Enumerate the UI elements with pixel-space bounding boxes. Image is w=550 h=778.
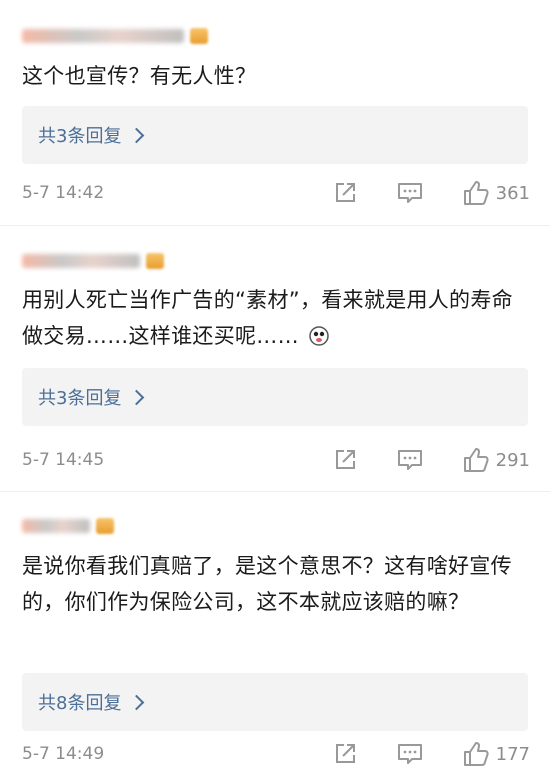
comment-card: 是说你看我们真赔了，是这个意思不？这有啥好宣传的，你们作为保险公司，这不本就应该… (0, 492, 550, 778)
share-icon (335, 744, 355, 763)
comment-text: 是说你看我们真赔了，是这个意思不？这有啥好宣传的，你们作为保险公司，这不本就应该… (22, 554, 512, 614)
comment-meta: 5-7 14:45 291 (22, 445, 530, 475)
timestamp: 5-7 14:49 (22, 744, 105, 764)
thumbs-up-icon (463, 181, 489, 205)
vip-badge-icon (96, 518, 114, 534)
comment-actions: 361 (332, 179, 530, 207)
reply-count-label: 共8条回复 (38, 693, 122, 714)
like-count: 177 (495, 743, 530, 765)
share-button[interactable] (332, 741, 358, 767)
vip-badge-icon (190, 28, 208, 44)
comment-card: 这个也宣传？有无人性？ 共3条回复 5-7 14:42 361 (0, 0, 550, 226)
comment-meta: 5-7 14:49 177 (22, 739, 530, 769)
comment-meta: 5-7 14:42 361 (22, 178, 530, 208)
username[interactable] (22, 514, 114, 538)
comment-button[interactable] (396, 741, 424, 767)
chevron-right-icon (129, 389, 145, 405)
chevron-right-icon (129, 127, 145, 143)
blurred-username (22, 29, 184, 43)
blurred-username (22, 254, 140, 268)
comment-actions: 291 (332, 446, 530, 474)
like-count: 291 (495, 449, 530, 471)
timestamp: 5-7 14:45 (22, 450, 105, 470)
comment-actions: 177 (332, 740, 530, 768)
comment-icon (397, 744, 422, 764)
like-button[interactable]: 361 (462, 179, 530, 207)
emoji-icon (309, 326, 329, 346)
reply-count-label: 共3条回复 (38, 388, 122, 409)
vip-badge-icon (146, 253, 164, 269)
timestamp: 5-7 14:42 (22, 183, 105, 203)
comment-text: 这个也宣传？有无人性？ (22, 64, 257, 88)
share-button[interactable] (332, 180, 358, 206)
view-replies-button[interactable]: 共3条回复 (22, 106, 528, 164)
thumbs-up-icon (463, 742, 489, 766)
share-icon (335, 183, 355, 202)
share-icon (335, 450, 355, 469)
username[interactable] (22, 24, 208, 48)
like-button[interactable]: 177 (462, 740, 530, 768)
comment-card: 用别人死亡当作广告的“素材”，看来就是用人的寿命做交易……这样谁还买呢…… 共3… (0, 226, 550, 492)
reply-count-label: 共3条回复 (38, 126, 122, 147)
blurred-username (22, 519, 90, 533)
like-button[interactable]: 291 (462, 446, 530, 474)
comment-button[interactable] (396, 447, 424, 473)
comment-text: 用别人死亡当作广告的“素材”，看来就是用人的寿命做交易……这样谁还买呢…… (22, 282, 532, 354)
comment-text-content: 用别人死亡当作广告的“素材”，看来就是用人的寿命做交易……这样谁还买呢…… (22, 288, 513, 348)
view-replies-button[interactable]: 共3条回复 (22, 368, 528, 426)
username[interactable] (22, 249, 164, 273)
share-button[interactable] (332, 447, 358, 473)
like-count: 361 (495, 182, 530, 204)
view-replies-button[interactable]: 共8条回复 (22, 673, 528, 731)
comment-icon (397, 450, 422, 470)
comment-icon (397, 183, 422, 203)
chevron-right-icon (129, 694, 145, 710)
thumbs-up-icon (463, 448, 489, 472)
comment-button[interactable] (396, 180, 424, 206)
